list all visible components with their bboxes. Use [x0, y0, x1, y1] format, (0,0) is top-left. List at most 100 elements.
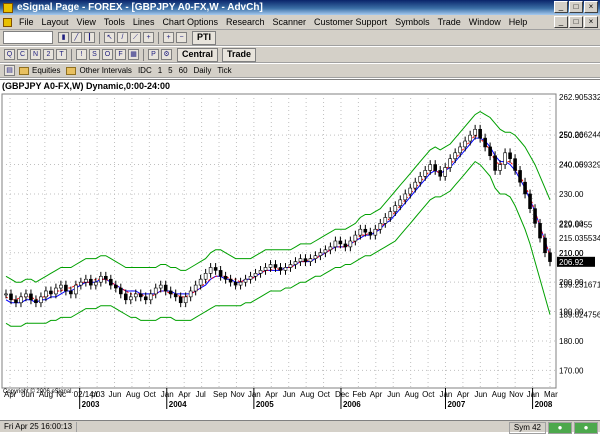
price-bar	[373, 228, 378, 236]
menu-trade[interactable]: Trade	[434, 17, 465, 27]
minimize-button[interactable]: _	[554, 1, 568, 13]
price-bar	[89, 278, 93, 286]
time-sales-icon[interactable]: T	[56, 49, 67, 60]
price-bar	[278, 267, 283, 271]
pti-button[interactable]: PTI	[192, 30, 217, 45]
price-bar	[59, 284, 63, 289]
interval-5[interactable]: 5	[168, 66, 172, 75]
price-bar	[473, 128, 477, 136]
child-close-button[interactable]: ×	[584, 16, 598, 28]
bar-chart-icon[interactable]: ▮	[58, 32, 69, 43]
price-bar	[448, 158, 452, 168]
interval-daily[interactable]: Daily	[194, 66, 212, 75]
central-button[interactable]: Central	[177, 47, 219, 62]
trade-button[interactable]: Trade	[222, 47, 257, 62]
menu-file[interactable]: File	[15, 17, 38, 27]
price-bar	[178, 296, 183, 304]
price-bar	[368, 231, 373, 236]
price-bar	[453, 152, 457, 159]
price-bar	[153, 287, 158, 295]
price-bar	[228, 278, 233, 283]
interval-60[interactable]: 60	[179, 66, 188, 75]
quote-window-icon[interactable]: Q	[4, 49, 15, 60]
news-window-icon[interactable]: N	[30, 49, 41, 60]
price-bar	[64, 284, 68, 292]
price-bar	[478, 128, 482, 139]
equities-dropdown[interactable]: Equities	[32, 66, 60, 75]
menu-window[interactable]: Window	[465, 17, 505, 27]
scan-icon[interactable]: S	[89, 49, 100, 60]
menu-customer-support[interactable]: Customer Support	[310, 17, 391, 27]
interval-1[interactable]: 1	[158, 66, 162, 75]
price-chart[interactable]: 170.00180.00190.00200.00210.00220.00230.…	[0, 80, 600, 421]
candle-chart-icon[interactable]: ┃	[84, 32, 95, 43]
maximize-button[interactable]: □	[569, 1, 583, 13]
price-bar	[438, 170, 443, 177]
price-bar	[518, 170, 522, 183]
x-tick-label: Jul	[196, 390, 206, 399]
toolbar-separator	[143, 48, 144, 61]
menu-help[interactable]: Help	[505, 17, 532, 27]
price-bar	[118, 287, 123, 295]
crosshair-icon[interactable]: +	[143, 32, 154, 43]
line-chart-icon[interactable]: ╱	[71, 32, 82, 43]
alert-icon[interactable]: !	[76, 49, 87, 60]
price-bar	[338, 240, 343, 245]
interval-idc[interactable]: IDC	[138, 66, 152, 75]
zoom-in-icon[interactable]: +	[163, 32, 174, 43]
fundamentals-icon[interactable]: F	[115, 49, 126, 60]
menu-chart-options[interactable]: Chart Options	[158, 17, 222, 27]
price-bar	[158, 284, 163, 289]
price-label: 215.035534	[559, 234, 600, 243]
menu-view[interactable]: View	[73, 17, 100, 27]
app-icon	[3, 2, 13, 13]
price-bar	[263, 267, 268, 271]
draw-ray-icon[interactable]: ⟋	[130, 32, 141, 43]
x-tick-label: Jun	[387, 390, 400, 399]
x-tick-label: Feb	[352, 390, 366, 399]
interval-tick[interactable]: Tick	[217, 66, 231, 75]
price-bar	[163, 284, 168, 292]
x-tick-label: Mar	[544, 390, 558, 399]
options-icon[interactable]: O	[102, 49, 113, 60]
price-label: 199.231671	[559, 280, 600, 289]
price-bar	[318, 252, 323, 256]
price-bar	[363, 228, 368, 233]
calendar-icon[interactable]: ▦	[128, 49, 139, 60]
price-bar	[193, 284, 198, 292]
x-tick-label: 02/14/03	[74, 390, 106, 399]
settings-icon[interactable]: ⚙	[161, 49, 172, 60]
price-bar	[133, 293, 138, 298]
y-tick-label: 180.00	[559, 337, 584, 346]
price-bar	[4, 293, 8, 296]
price-bar	[493, 155, 497, 171]
symbol-dropdown[interactable]	[3, 31, 53, 44]
menu-symbols[interactable]: Symbols	[391, 17, 434, 27]
price-bar	[113, 284, 118, 289]
price-bar	[333, 240, 338, 248]
price-bar	[503, 152, 507, 165]
menu-lines[interactable]: Lines	[129, 17, 159, 27]
chart-window-icon[interactable]: C	[17, 49, 28, 60]
price-bar	[523, 181, 527, 195]
page-icon[interactable]: ▤	[4, 65, 15, 76]
other-intervals-dropdown[interactable]: Other Intervals	[79, 66, 131, 75]
price-bar	[203, 273, 208, 280]
menu-layout[interactable]: Layout	[38, 17, 73, 27]
cursor-icon[interactable]: ↖	[104, 32, 115, 43]
menu-scanner[interactable]: Scanner	[269, 17, 311, 27]
menu-research[interactable]: Research	[222, 17, 269, 27]
level2-icon[interactable]: 2	[43, 49, 54, 60]
price-label: 219.6455	[559, 220, 593, 229]
print-icon[interactable]: P	[148, 49, 159, 60]
chart-window[interactable]: 170.00 180.00 190.00 200.00 210.00 220.00 230.…	[0, 79, 600, 421]
child-minimize-button[interactable]: _	[554, 16, 568, 28]
close-button[interactable]: ×	[584, 1, 598, 13]
price-bar	[423, 170, 428, 177]
price-bar	[99, 275, 103, 283]
price-bar	[243, 278, 248, 283]
menu-tools[interactable]: Tools	[100, 17, 129, 27]
zoom-out-icon[interactable]: −	[176, 32, 187, 43]
draw-line-icon[interactable]: /	[117, 32, 128, 43]
child-restore-button[interactable]: □	[569, 16, 583, 28]
